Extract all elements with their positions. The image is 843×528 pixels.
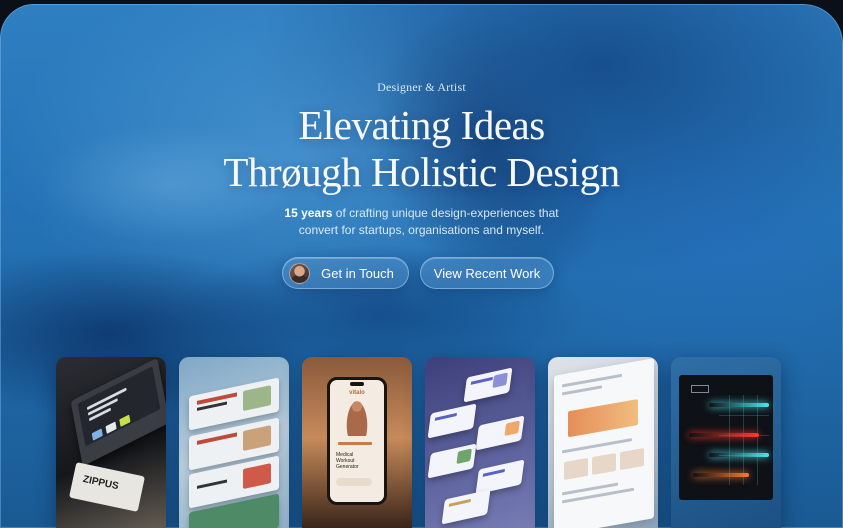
page-image bbox=[243, 425, 271, 452]
tile-stripe bbox=[434, 412, 457, 421]
project-card-6[interactable] bbox=[671, 357, 781, 528]
screen-tile bbox=[119, 414, 131, 427]
ui-tile bbox=[441, 489, 491, 525]
hero-banner bbox=[568, 399, 638, 438]
eyebrow-text: Designer & Artist bbox=[377, 80, 466, 94]
app-button bbox=[336, 478, 372, 486]
page-image bbox=[243, 463, 271, 490]
landing-page-mockup bbox=[554, 358, 654, 528]
tile-image bbox=[492, 372, 508, 389]
project-card-2[interactable] bbox=[179, 357, 289, 528]
phone-notch bbox=[350, 382, 364, 386]
project-card-1[interactable]: ZIPPUS bbox=[56, 357, 166, 528]
laptop-mockup bbox=[70, 357, 166, 467]
app-title: Medical Workout Generator bbox=[336, 452, 359, 470]
project-card-4[interactable] bbox=[425, 357, 535, 528]
light-beam bbox=[709, 403, 769, 407]
page-title: Elevating Ideas Thrøugh Holistic Design bbox=[0, 102, 843, 196]
poster-mockup bbox=[679, 375, 773, 500]
get-in-touch-label: Get in Touch bbox=[321, 265, 394, 281]
light-beam bbox=[693, 473, 749, 477]
grid-line bbox=[757, 395, 758, 485]
ui-tile bbox=[475, 415, 525, 451]
grid-line bbox=[729, 395, 730, 485]
view-recent-work-button[interactable]: View Recent Work bbox=[420, 257, 554, 289]
phone-mockup: vitalo Medical Workout Generator bbox=[327, 377, 387, 505]
headline-line-1: Elevating Ideas bbox=[298, 102, 545, 148]
tile-stripe bbox=[482, 468, 505, 477]
light-beam bbox=[709, 453, 769, 457]
page-heading-bar bbox=[197, 479, 227, 489]
athlete-figure bbox=[346, 400, 368, 436]
ui-tile bbox=[427, 403, 477, 439]
image-chip bbox=[620, 447, 644, 471]
ui-tile bbox=[463, 367, 513, 403]
grid-line bbox=[719, 415, 769, 416]
screen-tile bbox=[105, 421, 117, 434]
business-card-mockup: ZIPPUS bbox=[69, 462, 145, 512]
tile-image bbox=[504, 420, 520, 437]
view-recent-work-label: View Recent Work bbox=[433, 265, 541, 281]
get-in-touch-button[interactable]: Get in Touch bbox=[282, 257, 409, 289]
image-chip bbox=[564, 457, 588, 481]
business-card-text: ZIPPUS bbox=[81, 473, 120, 493]
text-line bbox=[562, 385, 602, 396]
tile-stripe bbox=[448, 498, 471, 507]
ui-tile bbox=[427, 443, 477, 479]
ui-tile bbox=[475, 459, 525, 495]
subtitle-line-2: convert for startups, organisations and … bbox=[298, 223, 545, 237]
headline-line-2: Thrøugh Holistic Design bbox=[223, 149, 620, 195]
screen-tile bbox=[91, 428, 103, 441]
project-card-5[interactable] bbox=[548, 357, 658, 528]
tile-image bbox=[456, 448, 472, 465]
page-heading-bar bbox=[197, 432, 237, 445]
project-card-3[interactable]: vitalo Medical Workout Generator bbox=[302, 357, 412, 528]
grid-line bbox=[743, 395, 744, 485]
subtitle-line-1: of crafting unique design-experiences th… bbox=[332, 206, 559, 220]
years-highlight: 15 years bbox=[284, 206, 333, 220]
avatar bbox=[289, 263, 310, 284]
hero-subtitle: 15 years of crafting unique design-exper… bbox=[0, 205, 843, 239]
accent-bar bbox=[338, 442, 372, 445]
image-chip bbox=[592, 452, 616, 476]
screen-line bbox=[86, 387, 127, 411]
tile-stripe bbox=[470, 376, 493, 385]
page-image bbox=[243, 385, 271, 412]
light-beam bbox=[689, 433, 759, 437]
poster-tag bbox=[691, 385, 709, 393]
app-brand: vitalo bbox=[349, 390, 365, 396]
text-line bbox=[562, 373, 622, 388]
hero-section: Designer & Artist Elevating Ideas Thrøug… bbox=[0, 4, 843, 528]
laptop-screen bbox=[77, 366, 161, 447]
